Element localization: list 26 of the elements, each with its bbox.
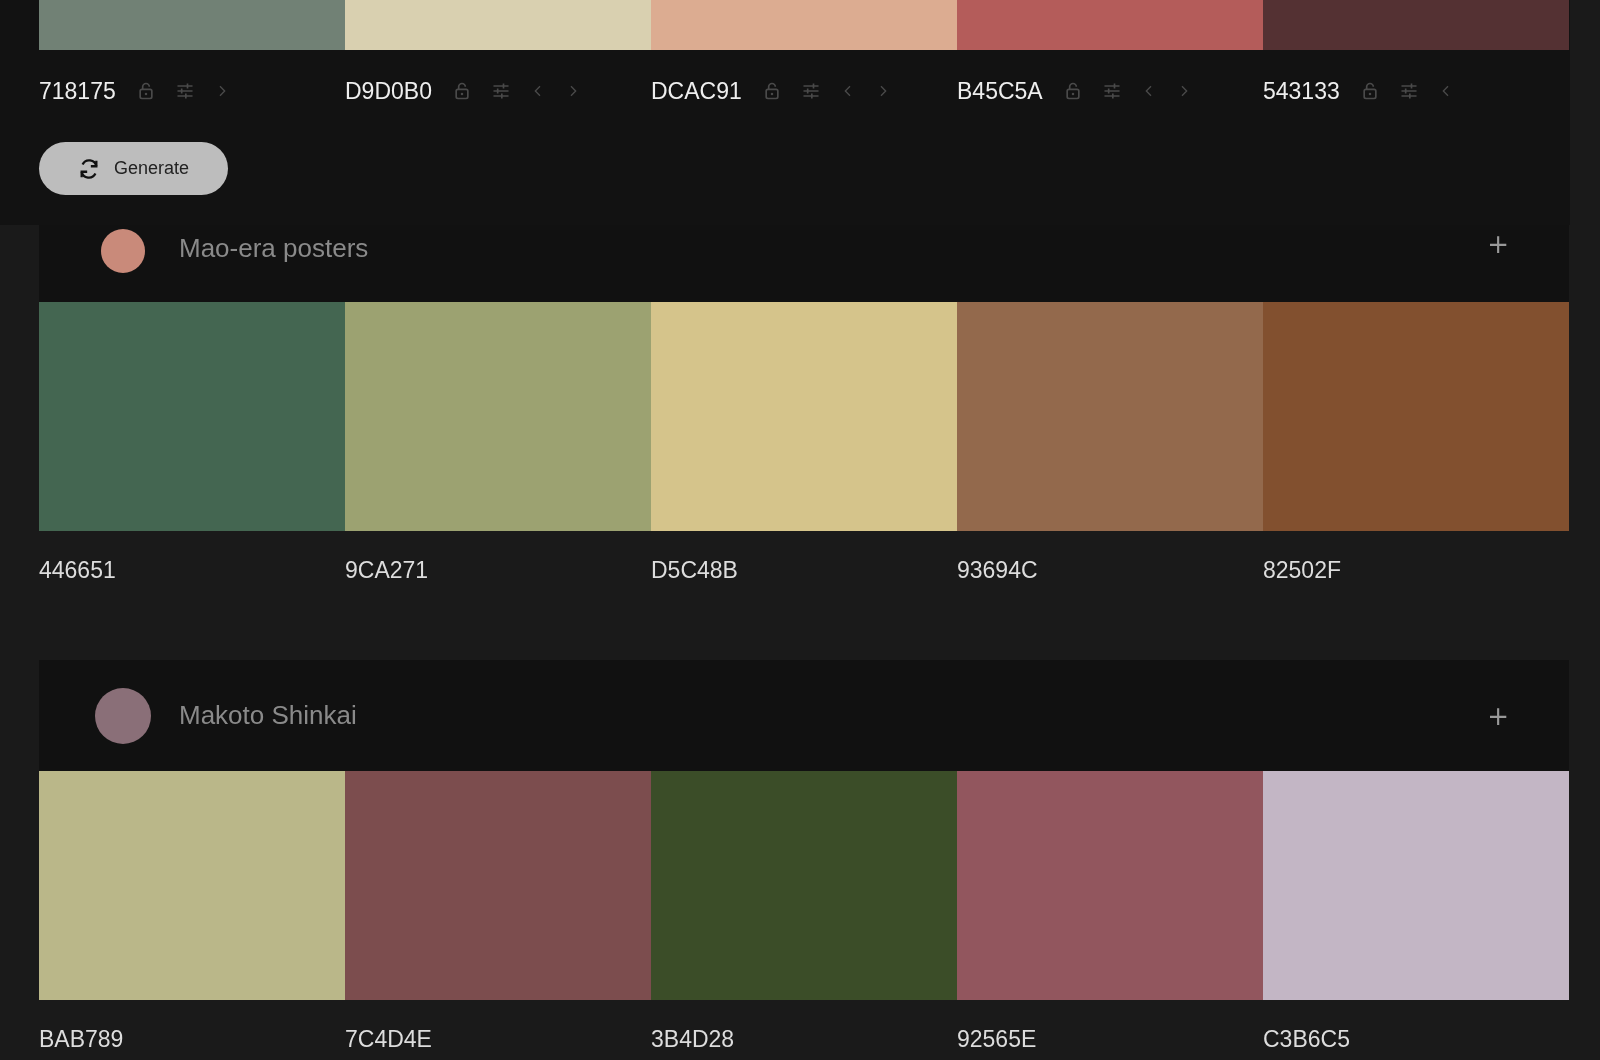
hex-code: D5C48B [651,557,739,585]
hex-code: BAB789 [39,1026,125,1054]
hex-code: 446651 [39,557,117,585]
generate-button[interactable]: Generate [39,142,228,195]
palette-title: Makoto Shinkai [179,700,358,731]
hex-code: 93694C [957,557,1039,585]
hex-code: 7C4D4E [345,1026,433,1054]
add-button[interactable]: + [1483,700,1513,731]
hex-code: 3B4D28 [651,1026,736,1054]
hex-code: 82502F [1263,557,1342,585]
color-swatch[interactable] [957,0,1263,50]
avatar-placeholder [101,229,145,273]
hex-code: 718175 [39,77,116,105]
color-swatch[interactable] [345,0,651,50]
color-swatch[interactable] [1263,0,1569,50]
palette-title: Mao-era posters [179,233,370,264]
hex-code: C3B6C5 [1263,1026,1351,1054]
hex-code: B45C5A [957,77,1043,105]
hex-code: D9D0B0 [345,77,432,105]
color-swatch[interactable] [651,0,957,50]
hex-code: DCAC91 [651,77,742,105]
hex-code: 92565E [957,1026,1038,1054]
hex-code: 9CA271 [345,557,430,585]
add-button[interactable]: + [1483,229,1513,259]
color-swatch[interactable] [39,0,345,50]
hex-code: 543133 [1263,77,1340,105]
